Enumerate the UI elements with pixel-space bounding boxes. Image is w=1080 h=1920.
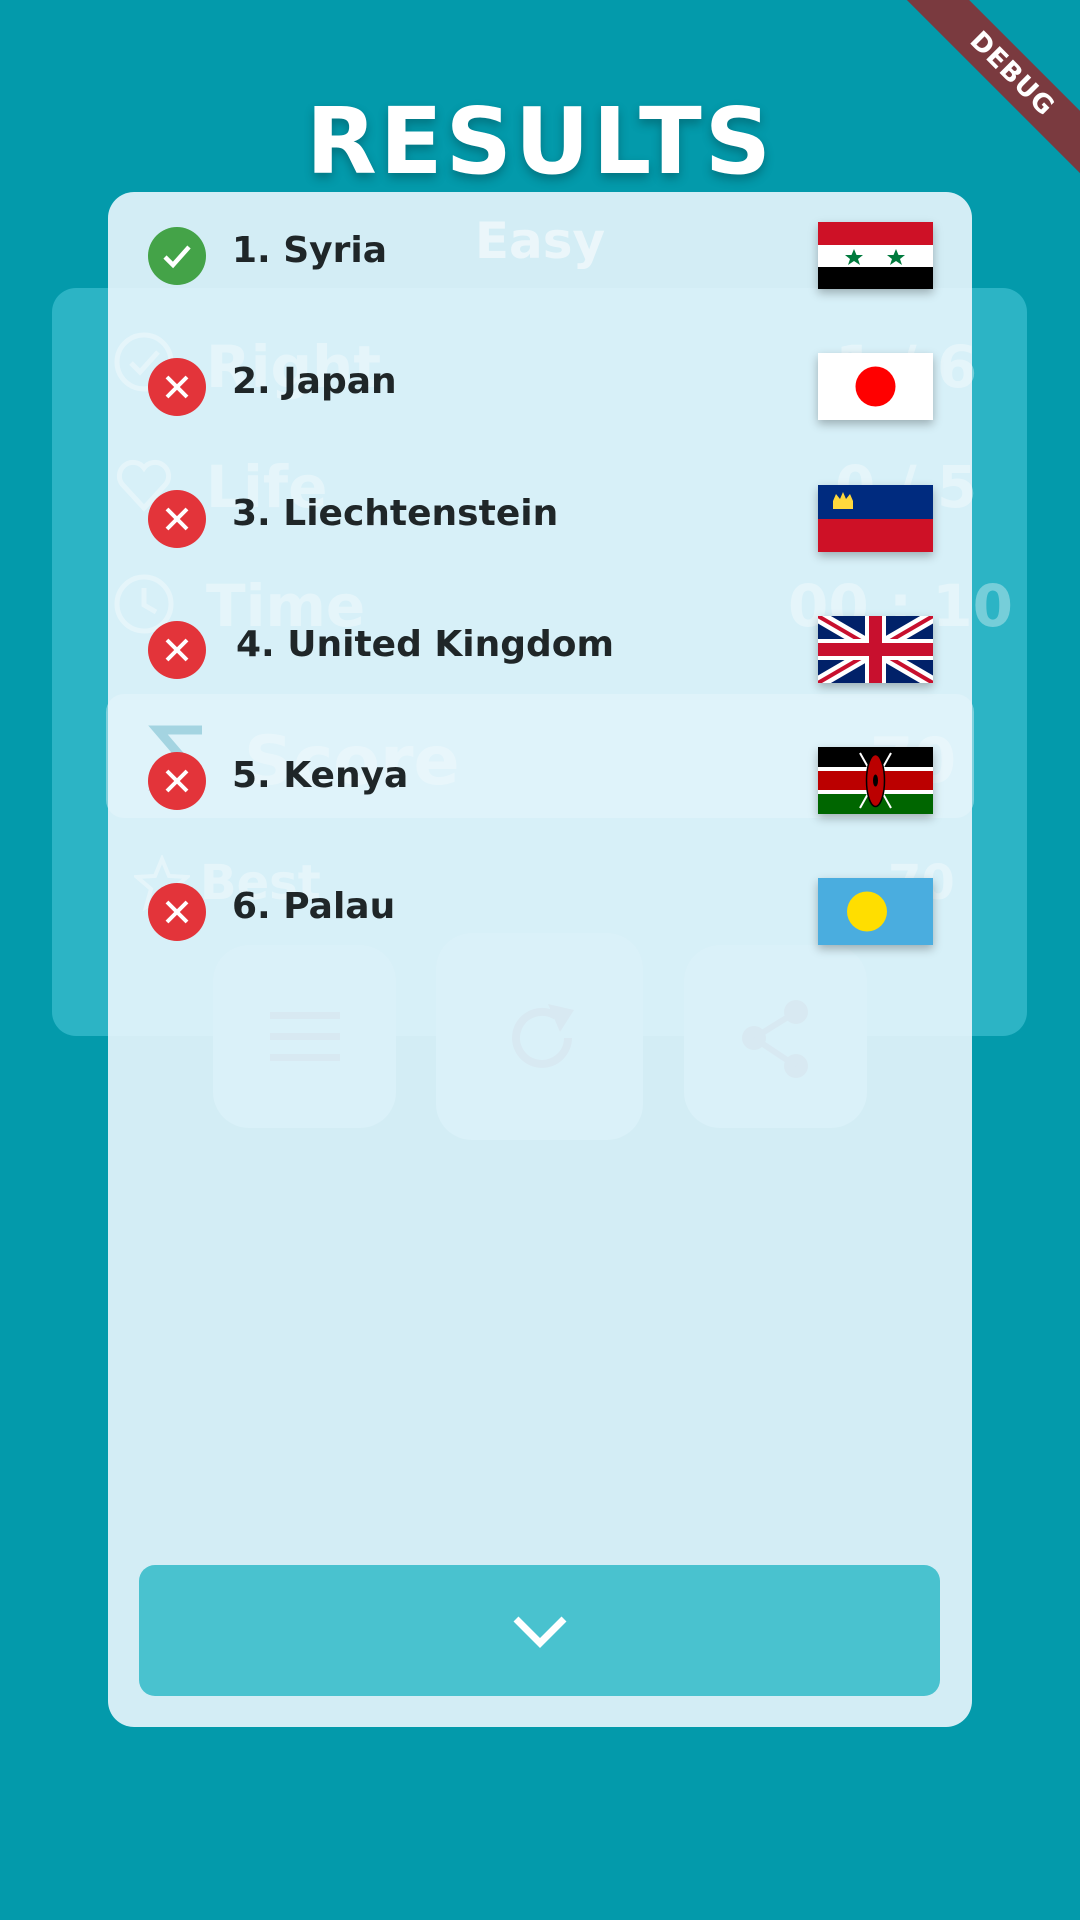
result-row[interactable]: 6. Palau <box>148 878 933 948</box>
liechtenstein-flag <box>818 485 933 552</box>
share-icon <box>742 1000 808 1078</box>
result-row[interactable]: 5. Kenya <box>148 747 933 817</box>
collapse-button[interactable] <box>139 1565 940 1696</box>
result-row[interactable]: 2. Japan <box>148 353 933 423</box>
kenya-flag <box>818 747 933 814</box>
result-label: 5. Kenya <box>232 755 409 796</box>
restart-icon <box>512 1004 574 1068</box>
japan-flag <box>818 353 933 420</box>
page-title: RESULTS <box>305 88 775 195</box>
result-row[interactable]: 4. United Kingdom <box>148 616 933 686</box>
result-label: 2. Japan <box>232 361 397 402</box>
close-icon <box>148 752 206 810</box>
result-label: 4. United Kingdom <box>236 624 615 665</box>
syria-flag <box>818 222 933 289</box>
result-label: 6. Palau <box>232 886 396 927</box>
united-kingdom-flag <box>818 616 933 683</box>
chevron-down-icon <box>513 1616 566 1648</box>
result-row[interactable]: 3. Liechtenstein <box>148 485 933 555</box>
result-label: 3. Liechtenstein <box>232 493 559 534</box>
close-icon <box>148 883 206 941</box>
close-icon <box>148 490 206 548</box>
result-row[interactable]: 1. Syria <box>148 222 933 292</box>
menu-icon <box>270 1012 340 1061</box>
close-icon <box>148 621 206 679</box>
palau-flag <box>818 878 933 945</box>
check-icon <box>148 227 206 285</box>
close-icon <box>148 358 206 416</box>
result-label: 1. Syria <box>232 230 388 271</box>
